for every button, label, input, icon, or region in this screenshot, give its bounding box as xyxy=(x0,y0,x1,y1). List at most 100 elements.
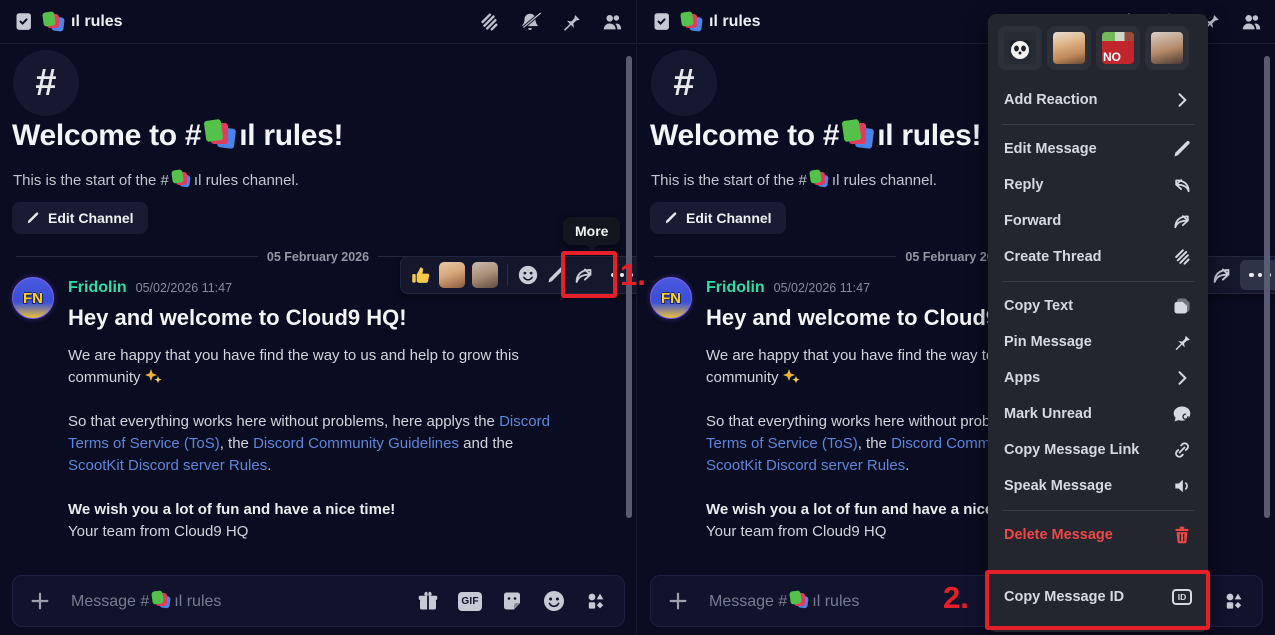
menu-item-create-thread[interactable]: Create Thread xyxy=(996,239,1200,275)
reply-arrow-icon xyxy=(1172,175,1192,195)
channel-name: ıl rules xyxy=(71,13,123,31)
welcome-title: Welcome to #ıl rules! xyxy=(12,119,343,153)
member-list-icon[interactable] xyxy=(601,11,623,33)
discord-tutorial-screenshot: ıl rules # Welcome to #ıl rules! This is… xyxy=(0,0,1275,635)
menu-divider xyxy=(1002,510,1194,511)
channel-name: ıl rules xyxy=(709,13,761,31)
no-meme-image: NO xyxy=(1102,32,1134,64)
quick-reaction-panda-sticker[interactable] xyxy=(998,26,1042,70)
channel-emoji-icon xyxy=(205,120,235,149)
discord-panel-left: ıl rules # Welcome to #ıl rules! This is… xyxy=(0,0,637,635)
quick-reactions-row: NO xyxy=(998,26,1198,70)
channel-emoji-icon xyxy=(790,591,809,609)
avatar[interactable]: FN xyxy=(12,277,54,319)
forward-arrow-icon xyxy=(1172,211,1192,231)
message-body: We are happy that you have find the way … xyxy=(68,345,568,565)
channel-emoji-icon xyxy=(43,12,64,32)
step1-highlight-box xyxy=(561,251,617,298)
link-community-guidelines[interactable]: Discord Community Guidelines xyxy=(253,435,459,452)
menu-item-reply[interactable]: Reply xyxy=(996,167,1200,203)
channel-emoji-icon xyxy=(810,170,829,188)
sticker-icon[interactable] xyxy=(500,589,524,613)
message-composer[interactable]: Message #ıl rules GIF xyxy=(12,575,625,627)
gif-icon[interactable]: GIF xyxy=(458,589,482,613)
copy-icon xyxy=(1172,296,1192,316)
scrollbar[interactable] xyxy=(1264,56,1270,518)
threads-icon[interactable] xyxy=(478,11,500,33)
menu-item-speak-message[interactable]: Speak Message xyxy=(996,468,1200,504)
composer-placeholder: Message #ıl rules xyxy=(71,591,221,611)
avatar[interactable]: FN xyxy=(650,277,692,319)
pencil-icon xyxy=(1172,139,1192,159)
link-server-rules[interactable]: ScootKit Discord server Rules xyxy=(68,457,267,474)
member-list-icon[interactable] xyxy=(1240,11,1262,33)
menu-item-pin-message[interactable]: Pin Message xyxy=(996,324,1200,360)
gift-icon[interactable] xyxy=(416,589,440,613)
menu-divider xyxy=(1002,124,1194,125)
sparkles-emoji xyxy=(783,368,800,385)
custom-emoji-face1 xyxy=(439,262,465,288)
attach-plus-icon[interactable] xyxy=(667,590,689,612)
pinned-messages-icon[interactable] xyxy=(560,11,582,33)
edit-channel-button[interactable]: Edit Channel xyxy=(12,202,148,234)
welcome-subtitle: This is the start of the #ıl rules chann… xyxy=(651,170,937,189)
step2-number: 2. xyxy=(943,580,969,616)
message-heading: Hey and welcome to Cloud9 HQ! xyxy=(68,305,407,331)
quick-reaction-no-meme[interactable]: NO xyxy=(1096,26,1140,70)
quick-reaction-face-meme[interactable] xyxy=(1047,26,1091,70)
quick-reaction-person[interactable] xyxy=(1145,26,1189,70)
speaker-icon xyxy=(1172,476,1192,496)
menu-item-mark-unread[interactable]: Mark Unread xyxy=(996,396,1200,432)
face-meme-image xyxy=(1053,32,1085,64)
notifications-muted-icon[interactable] xyxy=(519,11,541,33)
forward-button[interactable] xyxy=(1211,264,1233,286)
sparkles-emoji xyxy=(145,368,162,385)
message-author[interactable]: Fridolin xyxy=(68,279,127,297)
rules-channel-icon xyxy=(13,11,34,32)
step2-highlight-box xyxy=(985,570,1210,630)
message-timestamp: 05/02/2026 11:47 xyxy=(774,281,870,295)
message-author[interactable]: Fridolin xyxy=(706,279,765,297)
thread-icon xyxy=(1172,247,1192,267)
mark-unread-icon xyxy=(1172,404,1192,424)
custom-emoji-face2 xyxy=(472,262,498,288)
menu-item-copy-text[interactable]: Copy Text xyxy=(996,288,1200,324)
link-server-rules[interactable]: ScootKit Discord server Rules xyxy=(706,457,905,474)
channel-emoji-icon xyxy=(843,120,873,149)
pin-icon xyxy=(1172,332,1192,352)
chevron-right-icon xyxy=(1172,90,1192,110)
emoji-icon[interactable] xyxy=(542,589,566,613)
welcome-subtitle: This is the start of the #ıl rules chann… xyxy=(13,170,299,189)
pencil-icon xyxy=(664,211,678,225)
menu-item-add-reaction[interactable]: Add Reaction xyxy=(996,82,1200,118)
menu-item-apps[interactable]: Apps xyxy=(996,360,1200,396)
channel-hash-badge: # xyxy=(651,50,717,116)
welcome-title: Welcome to #ıl rules! xyxy=(650,119,981,153)
thumbsup-reaction-button[interactable] xyxy=(409,264,432,287)
menu-item-delete-message[interactable]: Delete Message xyxy=(996,517,1200,553)
rules-channel-icon xyxy=(651,11,672,32)
apps-launcher-icon[interactable] xyxy=(584,589,608,613)
person-image xyxy=(1151,32,1183,64)
channel-hash-badge: # xyxy=(13,50,79,116)
menu-item-edit-message[interactable]: Edit Message xyxy=(996,131,1200,167)
apps-launcher-icon[interactable] xyxy=(1222,589,1246,613)
menu-item-copy-message-link[interactable]: Copy Message Link xyxy=(996,432,1200,468)
menu-divider xyxy=(1002,281,1194,282)
trash-icon xyxy=(1172,525,1192,545)
attach-plus-icon[interactable] xyxy=(29,590,51,612)
step1-number: 1. xyxy=(620,257,646,293)
toolbar-divider xyxy=(507,264,508,286)
add-reaction-button[interactable] xyxy=(517,264,539,286)
custom-emoji-face2-button[interactable] xyxy=(472,262,498,288)
link-icon xyxy=(1172,440,1192,460)
composer-placeholder: Message #ıl rules xyxy=(709,591,859,611)
chevron-right-icon xyxy=(1172,368,1192,388)
custom-emoji-face1-button[interactable] xyxy=(439,262,465,288)
message-context-menu: NO Add Reaction Edit Message Reply Forwa… xyxy=(988,14,1208,632)
more-tooltip: More xyxy=(563,217,620,245)
channel-emoji-icon xyxy=(152,591,171,609)
channel-topbar: ıl rules xyxy=(0,0,636,44)
menu-item-forward[interactable]: Forward xyxy=(996,203,1200,239)
edit-channel-button[interactable]: Edit Channel xyxy=(650,202,786,234)
